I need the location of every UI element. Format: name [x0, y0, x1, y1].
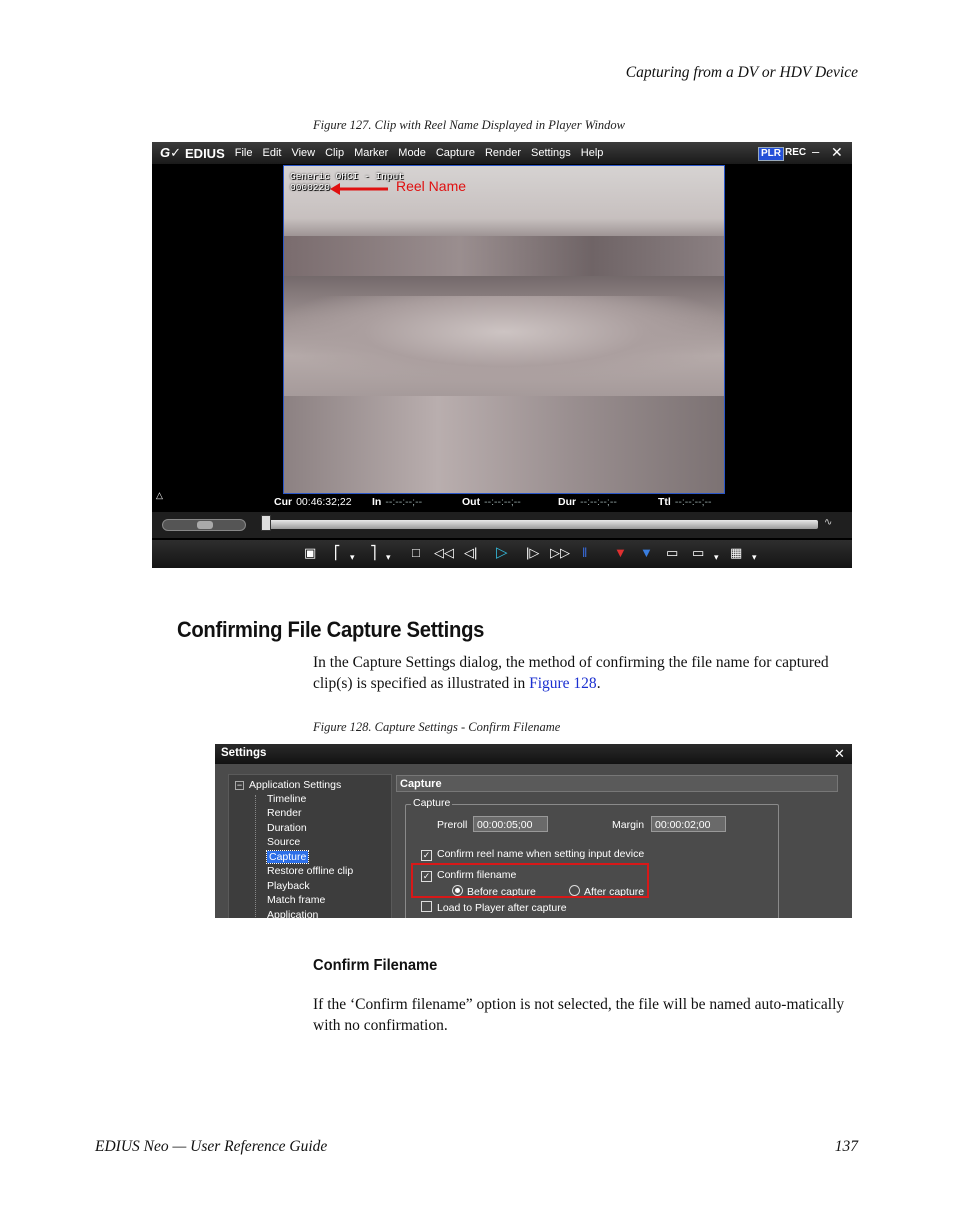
tree-root-application-settings[interactable]: − Application Settings	[235, 779, 341, 791]
minimize-icon[interactable]: –	[812, 144, 819, 159]
set-out-icon[interactable]: ⎤	[370, 545, 377, 561]
body-paragraph: If the ‘Confirm filename” option is not …	[313, 996, 845, 1034]
player-window-screenshot: G✓ EDIUS File Edit View Clip Marker Mode…	[152, 142, 852, 568]
figure-128-link[interactable]: Figure 128	[529, 675, 597, 692]
chevron-down-icon[interactable]: ▾	[714, 549, 719, 565]
reel-name-callout: Reel Name	[396, 178, 467, 194]
margin-input[interactable]: 00:00:02;00	[651, 816, 726, 832]
settings-tree: − Application Settings Timeline Render Du…	[228, 774, 392, 918]
output-icon[interactable]: ▦	[730, 545, 742, 561]
close-icon[interactable]: ✕	[834, 746, 845, 762]
play-icon[interactable]: ▷	[496, 545, 508, 561]
chevron-down-icon[interactable]: ▾	[386, 549, 391, 565]
plr-mode-button[interactable]: PLR	[758, 147, 784, 161]
overwrite-to-timeline-icon[interactable]: ▼	[640, 545, 653, 561]
overlay-device-name: Generic OHCI - Input	[290, 171, 405, 182]
panel-title: Capture	[396, 775, 838, 792]
add-clip-icon[interactable]: ▣	[304, 545, 316, 561]
subsection-title: Confirm Filename	[313, 957, 438, 974]
menu-mode[interactable]: Mode	[398, 147, 426, 159]
in-timecode: In --:--:--;--	[372, 496, 423, 508]
tree-item-render[interactable]: Render	[267, 807, 301, 819]
tree-item-playback[interactable]: Playback	[267, 880, 310, 892]
stop-icon[interactable]: □	[412, 545, 420, 561]
confirm-filename-highlight	[411, 863, 649, 898]
step-forward-icon[interactable]: |▷	[526, 545, 539, 561]
tree-item-timeline[interactable]: Timeline	[267, 793, 306, 805]
tree-item-source[interactable]: Source	[267, 836, 300, 848]
dialog-title: Settings	[221, 747, 267, 759]
chevron-down-icon[interactable]: ▾	[350, 549, 355, 565]
terrain-ridge	[284, 236, 724, 276]
cur-timecode: Cur 00:46:32;22	[274, 496, 352, 508]
scrub-row: ∿	[152, 512, 852, 538]
transport-controls: ▣ ⎡ ▾ ⎤ ▾ □ ◁◁ ◁| ▷ |▷ ▷▷ ‖ ▼ ▼ ▭ ▭ ▾ ▦ …	[152, 540, 852, 568]
figure-127-caption: Figure 127. Clip with Reel Name Displaye…	[313, 118, 625, 132]
insert-to-timeline-icon[interactable]: ▼	[614, 545, 627, 561]
position-slider[interactable]	[263, 520, 818, 529]
dialog-title-bar: Settings ✕	[215, 744, 852, 764]
audio-level-icon: △	[156, 490, 163, 500]
tree-item-capture[interactable]: Capture	[265, 850, 310, 864]
set-in-icon[interactable]: ⎡	[334, 545, 341, 561]
menu-help[interactable]: Help	[581, 147, 604, 159]
confirm-reel-name-checkbox[interactable]: ✓ Confirm reel name when setting input de…	[421, 848, 644, 861]
checkbox-checked-icon[interactable]: ✓	[421, 850, 432, 861]
tree-item-duration[interactable]: Duration	[267, 822, 307, 834]
close-icon[interactable]: ✕	[831, 144, 843, 161]
menu-edit[interactable]: Edit	[262, 147, 281, 159]
capture-group-label: Capture	[411, 797, 453, 809]
menu-settings[interactable]: Settings	[531, 147, 571, 159]
preroll-label: Preroll	[437, 819, 468, 831]
tree-item-match-frame[interactable]: Match frame	[267, 894, 325, 906]
terrain-foreground	[284, 396, 724, 493]
footer-title: EDIUS Neo — User Reference Guide	[95, 1138, 328, 1155]
load-to-player-checkbox[interactable]: Load to Player after capture	[421, 901, 567, 914]
terrain-highlight	[284, 296, 724, 386]
ttl-timecode: Ttl --:--:--;--	[658, 496, 712, 508]
overwrite-track-icon[interactable]: ▭	[692, 545, 704, 561]
checkbox-unchecked-icon[interactable]	[421, 901, 432, 912]
timecode-bar: △ Cur 00:46:32;22 In --:--:--;-- Out --:--:…	[152, 490, 852, 510]
app-brand: EDIUS	[185, 145, 225, 161]
preroll-input[interactable]: 00:00:05;00	[473, 816, 548, 832]
out-timecode: Out --:--:--;--	[462, 496, 521, 508]
menu-clip[interactable]: Clip	[325, 147, 344, 159]
settings-dialog-screenshot: Settings ✕ − Application Settings Timelin…	[215, 744, 852, 918]
shuttle-knob[interactable]	[197, 521, 213, 529]
margin-label: Margin	[612, 819, 645, 831]
audio-monitor-icon[interactable]: ∿	[824, 517, 832, 528]
tree-item-restore-offline-clip[interactable]: Restore offline clip	[267, 865, 353, 877]
menu-render[interactable]: Render	[485, 147, 521, 159]
intro-paragraph: In the Capture Settings dialog, the meth…	[313, 654, 829, 692]
collapse-icon[interactable]: −	[235, 780, 244, 790]
menu-view[interactable]: View	[291, 147, 315, 159]
gv-logo-icon: G✓	[160, 145, 182, 160]
tree-item-application[interactable]: Application	[267, 909, 318, 918]
menu-bar: G✓ EDIUS File Edit View Clip Marker Mode…	[152, 142, 852, 164]
video-frame: Generic OHCI - Input 0000220 Reel Name	[283, 165, 725, 494]
section-title: Confirming File Capture Settings	[177, 617, 485, 642]
menu-capture[interactable]: Capture	[436, 147, 475, 159]
fast-forward-icon[interactable]: ▷▷	[550, 545, 570, 561]
page-number: 137	[834, 1138, 858, 1155]
step-back-icon[interactable]: ◁|	[464, 545, 477, 561]
tree-connector	[255, 795, 257, 918]
chevron-down-icon[interactable]: ▾	[752, 549, 757, 565]
dur-timecode: Dur --:--:--;--	[558, 496, 617, 508]
rec-mode-button[interactable]: REC	[785, 147, 806, 159]
rewind-icon[interactable]: ◁◁	[434, 545, 454, 561]
insert-track-icon[interactable]: ▭	[666, 545, 678, 561]
figure-128-caption: Figure 128. Capture Settings - Confirm F…	[313, 720, 561, 734]
callout-arrow-icon	[330, 183, 388, 195]
shuttle-slider[interactable]	[162, 519, 246, 531]
menu-marker[interactable]: Marker	[354, 147, 388, 159]
pause-icon[interactable]: ‖	[582, 545, 587, 561]
running-head: Capturing from a DV or HDV Device	[625, 64, 858, 81]
menu-file[interactable]: File	[235, 147, 253, 159]
playhead-handle[interactable]	[261, 515, 271, 531]
